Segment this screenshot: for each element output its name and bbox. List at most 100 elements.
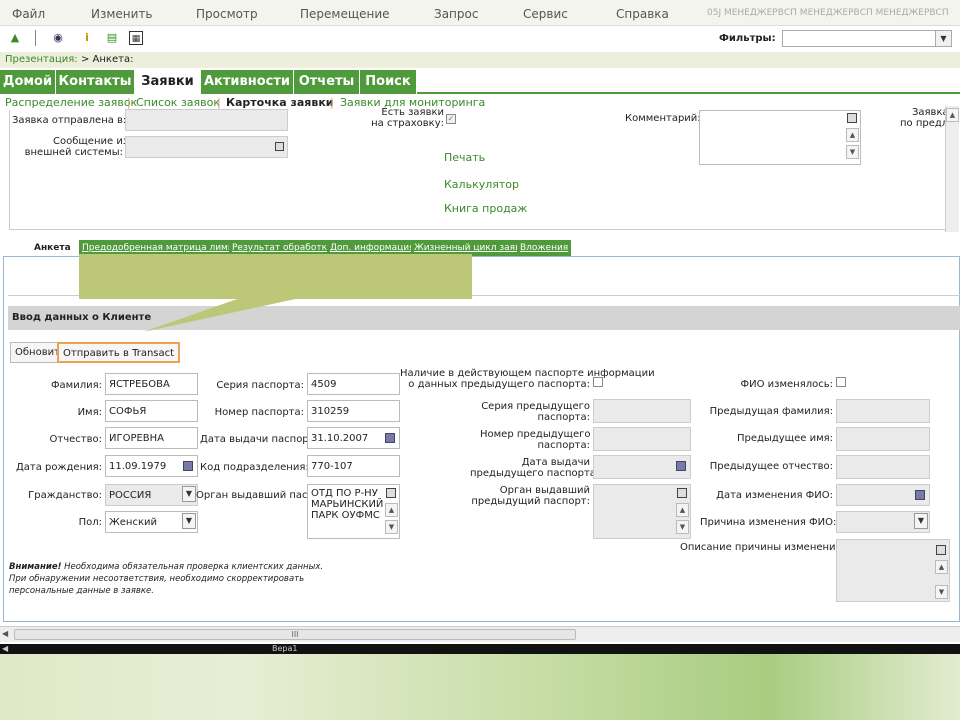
birth-date-label: Дата рождения: (15, 462, 102, 473)
picker-icon[interactable] (386, 488, 396, 498)
menu-view[interactable]: Просмотр (196, 7, 258, 21)
menu-help[interactable]: Справка (616, 7, 669, 21)
prev-series-label: Серия предыдущего (481, 401, 590, 412)
taskbar-item[interactable]: Вера1 (272, 644, 297, 654)
tab-activities[interactable]: Активности (201, 70, 294, 94)
prev-lastname-field[interactable] (836, 399, 930, 423)
passport-number-field[interactable]: 310259 (307, 400, 400, 422)
prev-patronymic-field[interactable] (836, 455, 930, 479)
binoculars-icon[interactable]: ◉ (51, 31, 65, 45)
picker-icon[interactable] (847, 113, 857, 123)
sales-book-link[interactable]: Книга продаж (444, 202, 527, 215)
picker-icon[interactable] (677, 488, 687, 498)
prev-date-field[interactable] (593, 455, 691, 479)
menu-query[interactable]: Запрос (434, 7, 478, 21)
subnav-list[interactable]: Список заявок (136, 96, 220, 109)
menu-tools[interactable]: Сервис (523, 7, 568, 21)
passport-series-field[interactable]: 4509 (307, 373, 400, 395)
lastname-field[interactable]: ЯСТРЕБОВА (105, 373, 198, 395)
comment-field[interactable]: ▲ ▼ (699, 110, 861, 165)
info-icon[interactable]: i (80, 31, 94, 45)
user-name: 05J МЕНЕДЖЕРВСП МЕНЕДЖЕРВСП МЕНЕДЖЕРВСП (707, 8, 949, 18)
birth-date-field[interactable]: 11.09.1979 (105, 455, 198, 477)
prev-series-label-2: паспорта: (537, 412, 591, 423)
document-icon[interactable]: ▤ (105, 31, 119, 45)
tab-attachments[interactable]: Вложения (517, 240, 572, 256)
scroll-down-icon[interactable]: ▼ (935, 585, 948, 599)
prev-number-field[interactable] (593, 427, 691, 451)
picker-icon[interactable] (936, 545, 946, 555)
firstname-field[interactable]: СОФЬЯ (105, 400, 198, 422)
menu-edit[interactable]: Изменить (91, 7, 153, 21)
prev-passport-info-checkbox[interactable] (593, 377, 603, 387)
tab-reports[interactable]: Отчеты (294, 70, 360, 94)
send-to-transact-button[interactable]: Отправить в Transact (57, 342, 181, 363)
slide-footer-band (0, 654, 960, 720)
passport-issue-date-field[interactable]: 31.10.2007 (307, 427, 400, 449)
scroll-up-icon[interactable]: ▲ (946, 108, 959, 122)
top-panel-scrollbar[interactable]: ▲ (945, 106, 959, 232)
ext-msg-field[interactable] (125, 136, 288, 158)
tab-questionnaire[interactable]: Анкета (31, 240, 74, 256)
scroll-down-icon[interactable]: ▼ (676, 520, 689, 534)
scroll-up-icon[interactable]: ▲ (676, 503, 689, 517)
request-offer-label: Заявка (912, 107, 949, 118)
fio-change-date-field[interactable] (836, 484, 930, 506)
tab-home[interactable]: Домой (0, 70, 56, 94)
chevron-down-icon[interactable]: ▼ (182, 513, 196, 529)
prev-series-field[interactable] (593, 399, 691, 423)
gender-value: Женский (109, 517, 157, 528)
fio-reason-desc-label: Описание причины изменения ФИО: (680, 542, 873, 553)
insurance-checkbox[interactable]: ✓ (446, 114, 456, 124)
prev-issuer-label: Орган выдавший (499, 485, 590, 496)
prev-firstname-field[interactable] (836, 427, 930, 451)
fio-reason-desc-field[interactable]: ▲ ▼ (836, 539, 950, 602)
dept-code-field[interactable]: 770-107 (307, 455, 400, 477)
passport-issue-date-value: 31.10.2007 (311, 433, 369, 444)
hierarchy-icon[interactable]: ▲ (8, 31, 22, 45)
fio-change-reason-select[interactable]: ▼ (836, 511, 930, 533)
gender-select[interactable]: Женский ▼ (105, 511, 198, 533)
breadcrumb-root[interactable]: Презентация: (5, 54, 78, 65)
tab-contacts[interactable]: Контакты (56, 70, 135, 94)
subnav-card[interactable]: Карточка заявки (226, 96, 334, 109)
scroll-left-icon[interactable]: ◀ (2, 629, 8, 638)
scroll-down-icon[interactable]: ▼ (385, 520, 398, 534)
scroll-thumb[interactable]: III (14, 629, 576, 640)
fio-changed-checkbox[interactable] (836, 377, 846, 387)
citizenship-select[interactable]: РОССИЯ ▼ (105, 484, 198, 506)
calendar-icon[interactable] (385, 433, 395, 443)
print-link[interactable]: Печать (444, 151, 485, 164)
prev-date-label: Дата выдачи (521, 457, 590, 468)
calendar-icon[interactable] (183, 461, 193, 471)
calculator-link[interactable]: Калькулятор (444, 178, 519, 191)
calendar-icon[interactable] (915, 490, 925, 500)
prev-issuer-field[interactable]: ▲ ▼ (593, 484, 691, 539)
citizenship-label: Гражданство: (28, 490, 102, 501)
menu-navigate[interactable]: Перемещение (300, 7, 390, 21)
filters-select[interactable]: ▼ (782, 30, 952, 47)
horizontal-scrollbar[interactable]: ◀ III (0, 626, 960, 642)
menu-file[interactable]: Файл (12, 7, 45, 21)
breadcrumb-current: > Анкета: (81, 54, 134, 65)
calculator-icon[interactable]: ▦ (129, 31, 143, 45)
patronymic-field[interactable]: ИГОРЕВНА (105, 427, 198, 449)
scroll-up-icon[interactable]: ▲ (935, 560, 948, 574)
menu-bar: Файл Изменить Просмотр Перемещение Запро… (0, 0, 960, 26)
scroll-down-icon[interactable]: ▼ (846, 145, 859, 159)
passport-issuer-field[interactable]: ОТД ПО Р-НУ МАРЬИНСКИЙ ПАРК ОУФМС ▲ ▼ (307, 484, 400, 539)
calendar-icon[interactable] (676, 461, 686, 471)
chevron-down-icon[interactable]: ▼ (935, 31, 951, 46)
tab-requests[interactable]: Заявки (135, 70, 201, 94)
sent-to-field[interactable] (125, 109, 288, 131)
scroll-left-icon[interactable]: ◀ (2, 644, 8, 653)
chevron-down-icon[interactable]: ▼ (182, 486, 196, 502)
comment-label: Комментарий: (625, 113, 701, 124)
tab-search[interactable]: Поиск (360, 70, 417, 94)
chevron-down-icon[interactable]: ▼ (914, 513, 928, 529)
scroll-up-icon[interactable]: ▲ (385, 503, 398, 517)
scroll-up-icon[interactable]: ▲ (846, 128, 859, 142)
passport-series-label: Серия паспорта: (216, 380, 304, 391)
picker-icon[interactable] (275, 142, 284, 151)
subnav-distribution[interactable]: Распределение заявок (5, 96, 137, 109)
